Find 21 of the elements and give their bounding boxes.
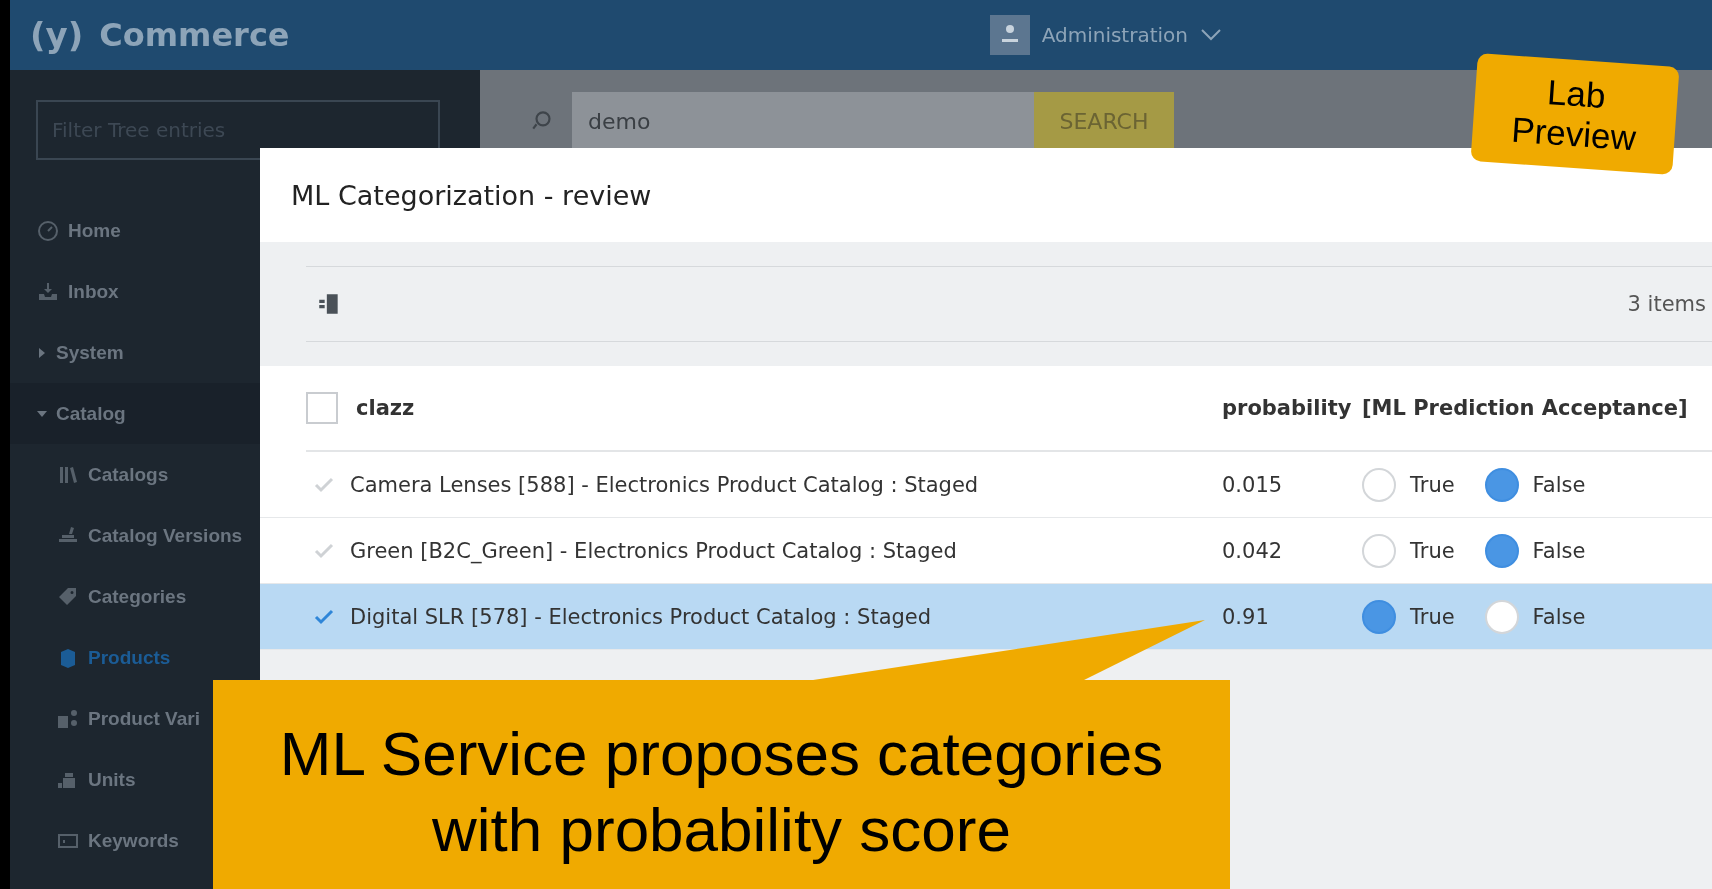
radio-label: True [1410,604,1455,629]
table-cell: Camera Lenses [588] - Electronics Product Catalog : Staged [350,472,979,497]
column-header: [ML Prediction Acceptance] [1362,396,1688,420]
table-cell: 0.042 [1222,538,1283,563]
radio-label: True [1410,472,1455,497]
radio-label: False [1532,472,1586,497]
radio-label: False [1532,538,1586,563]
column-header: clazz [356,396,415,420]
callout-text: ML Service proposes categories with probability score [279,717,1164,866]
table-cell: 0.91 [1222,604,1269,629]
logo: (y) [30,15,84,55]
item-count: 3 items [1627,292,1706,316]
radio-label: True [1410,538,1455,563]
table-cell: Digital SLR [578] - Electronics Product Catalog : Staged [350,604,932,629]
table-cell: Green [B2C_Green] - Electronics Product Catalog : Staged [350,538,957,563]
table-cell: 0.015 [1222,472,1283,497]
badge-text: Lab Preview [1510,70,1639,159]
app-name: Commerce [99,16,290,54]
column-header: probability [1222,396,1352,420]
radio-label: False [1532,604,1586,629]
dialog-title: ML Categorization - review [291,179,652,211]
